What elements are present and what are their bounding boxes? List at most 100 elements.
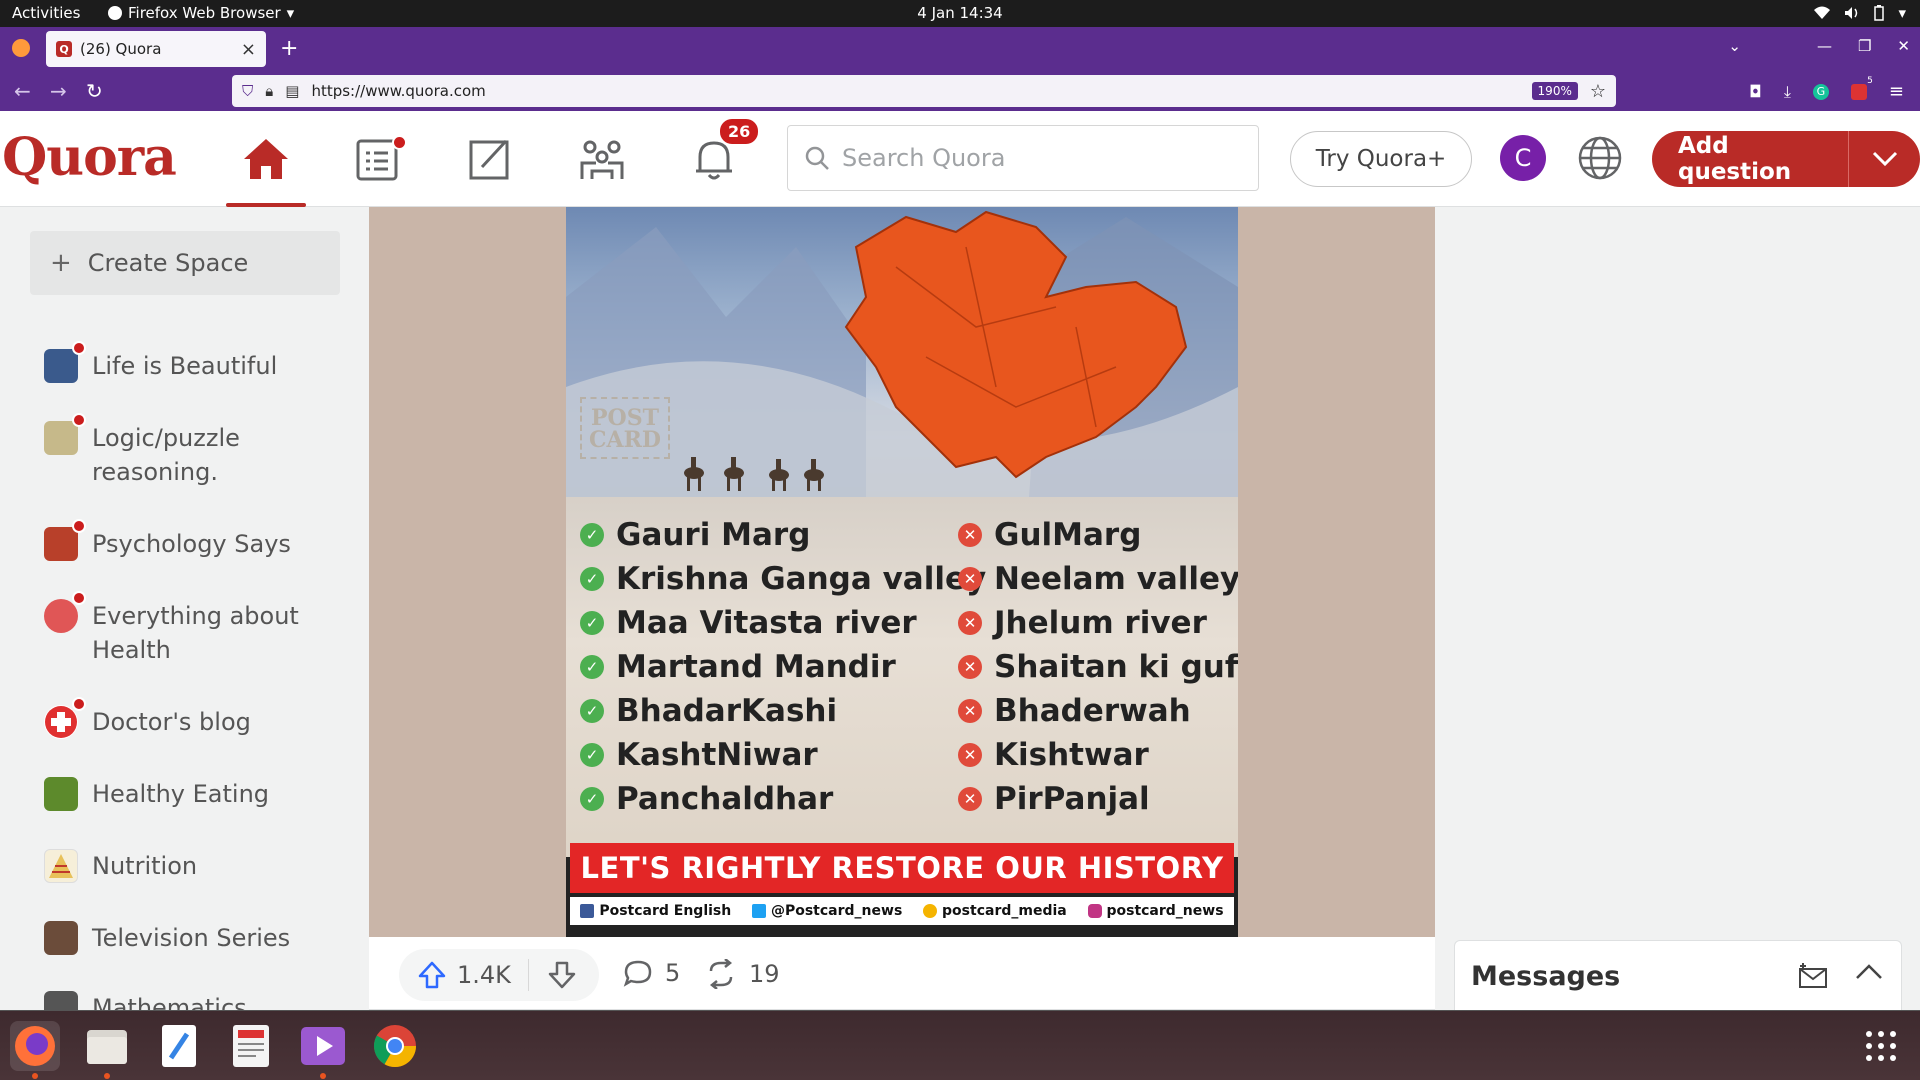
following-notification-dot bbox=[392, 135, 407, 150]
check-icon: ✓ bbox=[580, 523, 604, 547]
dock-video-player[interactable] bbox=[298, 1021, 348, 1079]
sidebar-item-everything-about-health[interactable]: Everything about Health bbox=[44, 591, 344, 667]
notifications-nav[interactable]: 26 bbox=[684, 117, 761, 187]
volume-icon bbox=[1845, 7, 1858, 19]
new-message-button[interactable] bbox=[1797, 963, 1829, 989]
grid-dot bbox=[1890, 1043, 1896, 1049]
zoom-indicator[interactable]: 190% bbox=[1531, 82, 1578, 100]
cross-icon: ✕ bbox=[958, 523, 982, 547]
add-question-button[interactable]: Add question bbox=[1652, 131, 1920, 187]
sidebar-item-doctors-blog[interactable]: Doctor's blog bbox=[44, 697, 344, 739]
language-button[interactable] bbox=[1577, 135, 1623, 181]
bookmark-star-icon[interactable]: ☆ bbox=[1590, 81, 1606, 102]
try-quora-plus-button[interactable]: Try Quora+ bbox=[1290, 131, 1472, 187]
answer-nav[interactable] bbox=[460, 131, 520, 187]
facebook-handle: Postcard English bbox=[580, 903, 731, 919]
avatar[interactable]: C bbox=[1500, 135, 1546, 181]
sidebar-item-psychology-says[interactable]: Psychology Says bbox=[44, 519, 344, 561]
wrong-name-text: Shaitan ki gufa bbox=[994, 649, 1238, 685]
sidebar-item-label: Mathematics bbox=[92, 994, 247, 1010]
chevron-up-icon bbox=[1856, 964, 1882, 979]
upvote-button[interactable]: 1.4K bbox=[399, 959, 529, 991]
sidebar-item-healthy-eating[interactable]: Healthy Eating bbox=[44, 777, 344, 811]
downvote-button[interactable] bbox=[529, 960, 577, 990]
firefox-view-icon[interactable] bbox=[12, 39, 30, 57]
running-indicator bbox=[104, 1073, 110, 1079]
people-icon bbox=[580, 140, 624, 179]
quora-logo[interactable]: Quora bbox=[2, 127, 177, 188]
search-input[interactable]: Search Quora bbox=[787, 125, 1259, 191]
wrong-name-item: ✕ Bhaderwah bbox=[958, 689, 1238, 733]
messages-widget[interactable]: Messages bbox=[1454, 940, 1902, 1010]
firefox-app-icon bbox=[15, 1026, 55, 1066]
wrong-name-item: ✕ Neelam valley bbox=[958, 557, 1238, 601]
home-nav[interactable] bbox=[226, 131, 306, 207]
list-all-tabs-icon[interactable]: ⌄ bbox=[1728, 37, 1741, 55]
close-tab-icon[interactable]: × bbox=[241, 39, 256, 60]
sidebar-item-label: Doctor's blog bbox=[92, 708, 251, 736]
correct-name-item: ✓ Gauri Marg bbox=[580, 513, 986, 557]
back-icon[interactable]: ← bbox=[14, 79, 31, 103]
shield-icon[interactable]: ⛉ bbox=[242, 82, 253, 100]
downloads-icon[interactable]: ⤓ bbox=[1784, 82, 1791, 102]
new-tab-button[interactable]: + bbox=[280, 36, 298, 61]
system-tray[interactable]: ▾ bbox=[1814, 4, 1906, 22]
reload-icon[interactable]: ↻ bbox=[86, 79, 103, 103]
quora-favicon: Q bbox=[56, 41, 72, 57]
forward-icon[interactable]: → bbox=[50, 79, 67, 103]
minimize-icon[interactable]: — bbox=[1817, 37, 1832, 55]
sidebar-item-logic-puzzle[interactable]: Logic/puzzle reasoning. bbox=[44, 413, 344, 489]
running-indicator bbox=[32, 1073, 38, 1079]
compose-message-icon bbox=[1799, 963, 1827, 988]
following-nav[interactable] bbox=[348, 131, 408, 187]
grammarly-icon[interactable]: G bbox=[1812, 83, 1829, 100]
grid-dot bbox=[1866, 1031, 1872, 1037]
extension-icon[interactable]: 5 bbox=[1850, 76, 1873, 100]
comments-button[interactable]: 5 bbox=[623, 959, 680, 987]
share-button[interactable]: 19 bbox=[705, 959, 780, 989]
correct-name-item: ✓ Maa Vitasta river bbox=[580, 601, 986, 645]
dock-firefox[interactable] bbox=[10, 1021, 60, 1079]
clock[interactable]: 4 Jan 14:34 bbox=[0, 4, 1920, 22]
wrong-name-item: ✕ Kishtwar bbox=[958, 733, 1238, 777]
lock-icon[interactable]: 🔒︎ bbox=[265, 82, 273, 100]
food-pyramid-icon bbox=[49, 854, 73, 878]
app-menu-icon[interactable]: ≡ bbox=[1889, 81, 1904, 102]
url-bar[interactable]: ⛉ 🔒︎ ▤ https://www.quora.com 190% ☆ bbox=[232, 75, 1616, 107]
unread-dot bbox=[72, 519, 86, 533]
tab-title: (26) Quora bbox=[80, 40, 162, 58]
browser-tab-quora[interactable]: Q (26) Quora × bbox=[46, 31, 266, 67]
show-applications-button[interactable] bbox=[1866, 1031, 1896, 1061]
sidebar-item-mathematics[interactable]: Mathematics bbox=[44, 991, 344, 1010]
browser-tab-strip: Q (26) Quora × + ⌄ — ❐ ✕ bbox=[0, 27, 1920, 71]
post-image[interactable]: POST CARD ✓ Gauri Marg ✓ Krishna Ganga val… bbox=[566, 207, 1238, 937]
page-info-icon[interactable]: ▤ bbox=[285, 82, 299, 100]
koo-handle: postcard_media bbox=[923, 903, 1067, 919]
collapse-messages-button[interactable] bbox=[1855, 963, 1883, 981]
extension-badge: 5 bbox=[1867, 75, 1873, 86]
sidebar-item-label: Healthy Eating bbox=[92, 780, 270, 808]
search-icon bbox=[805, 146, 829, 170]
pocket-icon[interactable]: ◘ bbox=[1749, 82, 1762, 101]
create-space-button[interactable]: + Create Space bbox=[30, 231, 340, 295]
quora-header: Quora 26 Search Quora Try Quora+ C Add q… bbox=[0, 111, 1920, 207]
spaces-nav[interactable] bbox=[572, 131, 632, 187]
add-question-dropdown[interactable] bbox=[1848, 131, 1920, 187]
sidebar-item-television-series[interactable]: Television Series bbox=[44, 921, 344, 955]
dock-text-editor[interactable] bbox=[154, 1021, 204, 1071]
dock-files[interactable] bbox=[82, 1021, 132, 1079]
sidebar-item-nutrition[interactable]: Nutrition bbox=[44, 849, 344, 883]
power-menu-caret-icon: ▾ bbox=[1898, 4, 1906, 22]
wrong-name-item: ✕ Jhelum river bbox=[958, 601, 1238, 645]
check-icon: ✓ bbox=[580, 567, 604, 591]
share-count: 19 bbox=[749, 960, 780, 988]
url-text[interactable]: https://www.quora.com bbox=[311, 82, 485, 100]
dock-document-viewer[interactable] bbox=[226, 1021, 276, 1071]
sidebar-item-life-is-beautiful[interactable]: Life is Beautiful bbox=[44, 341, 344, 383]
unread-dot bbox=[72, 591, 86, 605]
dock-chrome[interactable] bbox=[370, 1021, 420, 1071]
space-icon bbox=[44, 991, 78, 1010]
plus-icon: + bbox=[50, 248, 72, 278]
restore-icon[interactable]: ❐ bbox=[1858, 37, 1871, 55]
close-window-icon[interactable]: ✕ bbox=[1897, 37, 1910, 55]
